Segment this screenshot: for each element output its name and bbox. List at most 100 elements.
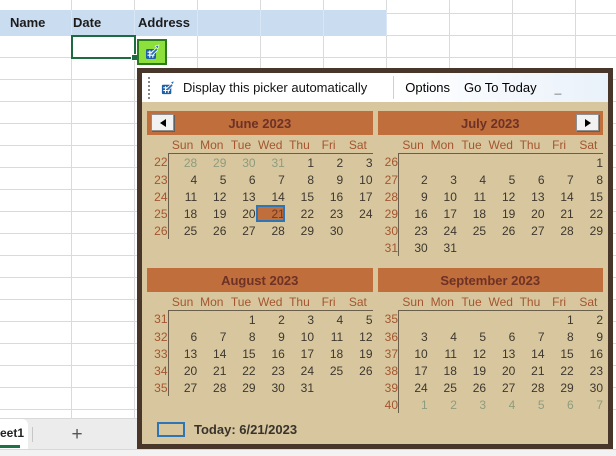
- date-cell[interactable]: 19: [197, 205, 226, 222]
- date-cell[interactable]: 6: [168, 328, 198, 345]
- date-cell[interactable]: 30: [256, 379, 284, 396]
- date-cell[interactable]: 25: [428, 379, 457, 396]
- date-cell[interactable]: 20: [486, 362, 515, 379]
- date-cell[interactable]: 13: [515, 188, 544, 205]
- date-cell[interactable]: 23: [256, 362, 284, 379]
- date-cell[interactable]: 21: [545, 205, 573, 222]
- date-cell[interactable]: 11: [314, 328, 343, 345]
- date-cell[interactable]: 31: [256, 154, 284, 172]
- date-cell[interactable]: 18: [168, 205, 197, 222]
- date-cell[interactable]: 31: [285, 379, 314, 396]
- date-cell[interactable]: 12: [486, 188, 515, 205]
- date-cell[interactable]: 3: [343, 154, 373, 172]
- date-cell[interactable]: 1: [574, 154, 603, 172]
- date-cell[interactable]: 17: [428, 205, 457, 222]
- sheet-tab-active[interactable]: eet1: [0, 419, 28, 449]
- date-cell[interactable]: 24: [285, 362, 314, 379]
- date-cell[interactable]: 1: [399, 396, 428, 413]
- date-cell[interactable]: 28: [256, 222, 284, 239]
- go-to-today-menu[interactable]: Go To Today: [464, 80, 537, 95]
- date-cell[interactable]: 28: [545, 222, 573, 239]
- date-cell[interactable]: 15: [574, 188, 603, 205]
- date-cell[interactable]: 22: [574, 205, 603, 222]
- date-cell[interactable]: 15: [226, 345, 255, 362]
- date-cell[interactable]: 28: [168, 154, 197, 172]
- date-cell[interactable]: 11: [457, 188, 486, 205]
- date-cell[interactable]: 26: [457, 379, 486, 396]
- date-cell[interactable]: 2: [428, 396, 457, 413]
- date-cell[interactable]: 7: [545, 171, 574, 188]
- date-cell[interactable]: 1: [285, 154, 314, 172]
- date-cell[interactable]: 7: [574, 396, 603, 413]
- date-cell[interactable]: 9: [399, 188, 428, 205]
- date-cell[interactable]: 29: [197, 154, 226, 172]
- date-cell[interactable]: 4: [428, 328, 457, 345]
- date-cell[interactable]: 19: [457, 362, 486, 379]
- date-cell[interactable]: 29: [574, 222, 603, 239]
- display-picker-automatically-label[interactable]: Display this picker automatically: [183, 80, 367, 95]
- date-cell[interactable]: 10: [343, 171, 372, 188]
- prev-month-button[interactable]: [151, 114, 174, 131]
- date-cell[interactable]: 16: [256, 345, 284, 362]
- selected-cell[interactable]: [71, 35, 138, 61]
- date-cell[interactable]: 25: [314, 362, 343, 379]
- date-cell[interactable]: 27: [168, 379, 197, 396]
- date-cell[interactable]: 17: [343, 188, 372, 205]
- date-cell[interactable]: 1: [226, 311, 256, 329]
- date-cell[interactable]: 4: [314, 311, 344, 329]
- today-label[interactable]: Today: 6/21/2023: [194, 422, 297, 437]
- date-cell[interactable]: 5: [457, 328, 486, 345]
- date-cell[interactable]: 23: [574, 362, 603, 379]
- date-cell[interactable]: 8: [574, 171, 603, 188]
- date-cell[interactable]: 17: [399, 362, 427, 379]
- date-cell[interactable]: 14: [197, 345, 226, 362]
- date-cell[interactable]: 20: [168, 362, 197, 379]
- date-cell[interactable]: 2: [399, 171, 428, 188]
- date-cell[interactable]: 31: [428, 239, 457, 256]
- date-cell[interactable]: 5: [197, 171, 227, 188]
- date-cell[interactable]: 3: [285, 311, 314, 329]
- date-cell[interactable]: 16: [574, 345, 603, 362]
- date-cell[interactable]: 3: [399, 328, 428, 345]
- date-cell[interactable]: 12: [343, 328, 372, 345]
- next-month-button[interactable]: [576, 114, 599, 131]
- date-cell[interactable]: 27: [486, 379, 515, 396]
- date-cell[interactable]: 27: [515, 222, 544, 239]
- date-cell[interactable]: 12: [197, 188, 226, 205]
- date-cell[interactable]: 30: [574, 379, 603, 396]
- date-cell[interactable]: 29: [226, 379, 255, 396]
- date-cell[interactable]: 6: [226, 171, 256, 188]
- date-cell[interactable]: 28: [515, 379, 544, 396]
- date-cell[interactable]: 10: [399, 345, 427, 362]
- date-cell[interactable]: 4: [486, 396, 516, 413]
- date-cell[interactable]: 7: [515, 328, 545, 345]
- date-cell[interactable]: 30: [226, 154, 255, 172]
- date-cell[interactable]: 13: [168, 345, 197, 362]
- date-cell[interactable]: 18: [457, 205, 486, 222]
- date-cell[interactable]: 23: [399, 222, 427, 239]
- date-cell[interactable]: 20: [515, 205, 544, 222]
- date-cell[interactable]: 8: [545, 328, 574, 345]
- date-cell[interactable]: 6: [545, 396, 574, 413]
- date-cell[interactable]: 18: [314, 345, 343, 362]
- date-cell[interactable]: 14: [515, 345, 544, 362]
- date-cell[interactable]: 19: [343, 345, 372, 362]
- selected-date[interactable]: 21: [255, 205, 285, 222]
- today-color-box[interactable]: [157, 422, 185, 437]
- date-cell[interactable]: 22: [545, 362, 573, 379]
- date-cell[interactable]: 30: [314, 222, 343, 239]
- date-cell[interactable]: 9: [574, 328, 603, 345]
- date-cell[interactable]: 6: [486, 328, 516, 345]
- date-cell[interactable]: 2: [574, 311, 603, 329]
- date-cell[interactable]: 14: [256, 188, 284, 205]
- date-cell[interactable]: 2: [256, 311, 285, 329]
- date-cell[interactable]: 26: [197, 222, 226, 239]
- date-cell[interactable]: 23: [314, 205, 343, 222]
- date-cell[interactable]: 9: [314, 171, 344, 188]
- add-sheet-button[interactable]: +: [62, 419, 92, 449]
- date-cell[interactable]: 16: [314, 188, 343, 205]
- date-cell[interactable]: 10: [285, 328, 314, 345]
- options-menu[interactable]: Options: [405, 80, 450, 95]
- date-cell[interactable]: 26: [486, 222, 515, 239]
- date-cell[interactable]: 25: [168, 222, 197, 239]
